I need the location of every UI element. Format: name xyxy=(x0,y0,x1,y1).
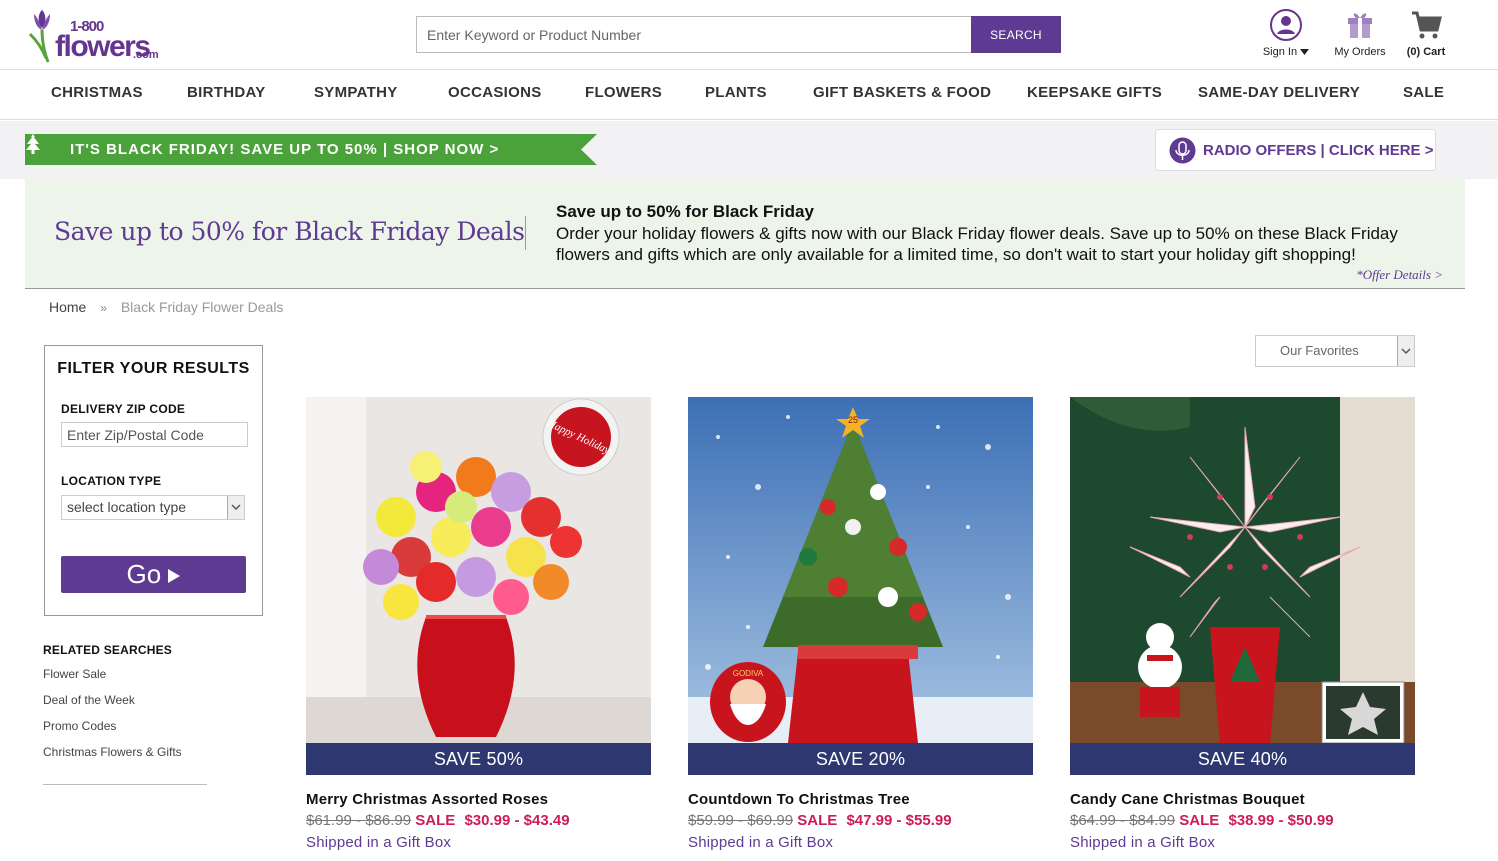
sign-in-link[interactable]: Sign In xyxy=(1256,8,1316,58)
nav-keepsake-gifts[interactable]: KEEPSAKE GIFTS xyxy=(1027,84,1162,101)
sale-label: SALE xyxy=(1179,812,1220,829)
original-price: $64.99 - $84.99 xyxy=(1070,812,1176,829)
gift-icon xyxy=(1348,13,1372,38)
product-price: $64.99 - $84.99 SALE $38.99 - $50.99 xyxy=(1070,812,1334,829)
related-link-deal-of-week[interactable]: Deal of the Week xyxy=(43,691,207,717)
location-label: LOCATION TYPE xyxy=(61,474,162,488)
product-price: $59.99 - $69.99 SALE $47.99 - $55.99 xyxy=(688,812,952,829)
related-searches-title: RELATED SEARCHES xyxy=(43,643,172,657)
sale-price: $30.99 - $43.49 xyxy=(464,812,570,829)
dropdown-arrow-icon xyxy=(227,496,244,519)
related-link-christmas-flowers[interactable]: Christmas Flowers & Gifts xyxy=(43,743,207,769)
shipping-note: Shipped in a Gift Box xyxy=(1070,834,1216,851)
related-link-promo-codes[interactable]: Promo Codes xyxy=(43,717,207,743)
nav-sale[interactable]: SALE xyxy=(1403,84,1444,101)
original-price: $61.99 - $86.99 xyxy=(306,812,412,829)
nav-occasions[interactable]: OCCASIONS xyxy=(448,84,542,101)
site-header: 1-800 flowers .com SEARCH Sign In My Ord… xyxy=(0,0,1498,70)
play-arrow-icon xyxy=(168,569,181,583)
cart-icon xyxy=(1412,11,1442,39)
promo-strip: IT'S BLACK FRIDAY! SAVE UP TO 50% | SHOP… xyxy=(0,121,1498,179)
black-friday-banner[interactable]: IT'S BLACK FRIDAY! SAVE UP TO 50% | SHOP… xyxy=(25,134,597,165)
chevron-down-icon xyxy=(1300,49,1310,55)
save-badge: SAVE 20% xyxy=(688,743,1033,775)
location-type-value: select location type xyxy=(67,499,187,515)
breadcrumb: Home » Black Friday Flower Deals xyxy=(49,299,283,315)
user-icon xyxy=(1270,9,1302,41)
site-logo[interactable]: 1-800 flowers .com xyxy=(28,6,159,66)
nav-christmas[interactable]: CHRISTMAS xyxy=(51,84,143,101)
breadcrumb-separator: » xyxy=(100,301,107,315)
hero-title: Save up to 50% for Black Friday Deals xyxy=(54,217,525,246)
save-badge: SAVE 40% xyxy=(1070,743,1415,775)
nav-same-day-delivery[interactable]: SAME-DAY DELIVERY xyxy=(1198,84,1360,101)
divider xyxy=(43,784,207,785)
radio-offers-text: RADIO OFFERS | CLICK HERE > xyxy=(1203,142,1434,159)
search-bar: SEARCH xyxy=(416,16,1061,53)
shipping-note: Shipped in a Gift Box xyxy=(688,834,834,851)
zip-input[interactable] xyxy=(61,422,248,447)
radio-offers-button[interactable]: RADIO OFFERS | CLICK HERE > xyxy=(1155,129,1436,171)
tree-icon xyxy=(26,134,40,154)
nav-gift-baskets-food[interactable]: GIFT BASKETS & FOOD xyxy=(813,84,991,101)
svg-text:25: 25 xyxy=(848,415,858,425)
go-label: Go xyxy=(126,559,162,589)
location-type-select[interactable]: select location type xyxy=(61,495,245,520)
logo-suffix: .com xyxy=(133,49,159,61)
sale-price: $38.99 - $50.99 xyxy=(1228,812,1334,829)
product-image-tree[interactable]: 25 GODIVA xyxy=(688,397,1033,743)
product-name[interactable]: Merry Christmas Assorted Roses xyxy=(306,791,548,808)
sale-label: SALE xyxy=(797,812,838,829)
black-friday-text: IT'S BLACK FRIDAY! SAVE UP TO 50% | SHOP… xyxy=(70,141,500,158)
search-button[interactable]: SEARCH xyxy=(971,16,1061,53)
breadcrumb-current: Black Friday Flower Deals xyxy=(120,299,284,315)
product-image-roses[interactable]: Happy Holidays xyxy=(306,397,651,743)
go-button[interactable]: Go xyxy=(61,556,246,593)
shipping-note: Shipped in a Gift Box xyxy=(306,834,452,851)
filter-title: FILTER YOUR RESULTS xyxy=(57,360,250,377)
hero-divider xyxy=(525,216,526,250)
zip-label: DELIVERY ZIP CODE xyxy=(61,402,186,416)
offer-details-link[interactable]: *Offer Details > xyxy=(1356,267,1443,283)
search-input[interactable] xyxy=(416,16,971,53)
product-image-lilies[interactable] xyxy=(1070,397,1415,743)
related-link-flower-sale[interactable]: Flower Sale xyxy=(43,665,207,691)
sale-price: $47.99 - $55.99 xyxy=(846,812,952,829)
dropdown-arrow-icon xyxy=(1397,336,1414,366)
hero-body: Order your holiday flowers & gifts now w… xyxy=(556,224,1398,264)
hero-banner: Save up to 50% for Black Friday Deals Sa… xyxy=(25,179,1465,289)
cart-label: (0) Cart xyxy=(1406,46,1446,58)
breadcrumb-home[interactable]: Home xyxy=(49,299,86,315)
related-searches: RELATED SEARCHES Flower Sale Deal of the… xyxy=(43,643,207,769)
nav-birthday[interactable]: BIRTHDAY xyxy=(187,84,266,101)
microphone-icon xyxy=(1169,137,1196,164)
product-price: $61.99 - $86.99 SALE $30.99 - $43.49 xyxy=(306,812,570,829)
filter-panel: FILTER YOUR RESULTS DELIVERY ZIP CODE LO… xyxy=(44,345,263,616)
sale-label: SALE xyxy=(415,812,456,829)
my-orders-label: My Orders xyxy=(1334,46,1386,58)
main-nav: CHRISTMAS BIRTHDAY SYMPATHY OCCASIONS FL… xyxy=(0,71,1498,120)
product-name[interactable]: Countdown To Christmas Tree xyxy=(688,791,910,808)
sort-select[interactable]: Our Favorites xyxy=(1255,335,1415,367)
sign-in-label: Sign In xyxy=(1262,46,1298,58)
save-badge: SAVE 50% xyxy=(306,743,651,775)
nav-plants[interactable]: PLANTS xyxy=(705,84,767,101)
hero-subtitle: Save up to 50% for Black Friday xyxy=(556,202,814,221)
nav-flowers[interactable]: FLOWERS xyxy=(585,84,662,101)
original-price: $59.99 - $69.99 xyxy=(688,812,794,829)
product-name[interactable]: Candy Cane Christmas Bouquet xyxy=(1070,791,1305,808)
svg-text:GODIVA: GODIVA xyxy=(733,669,764,678)
cart-link[interactable]: (0) Cart xyxy=(1400,8,1452,58)
my-orders-link[interactable]: My Orders xyxy=(1328,8,1392,58)
sort-value: Our Favorites xyxy=(1280,343,1359,358)
nav-sympathy[interactable]: SYMPATHY xyxy=(314,84,398,101)
